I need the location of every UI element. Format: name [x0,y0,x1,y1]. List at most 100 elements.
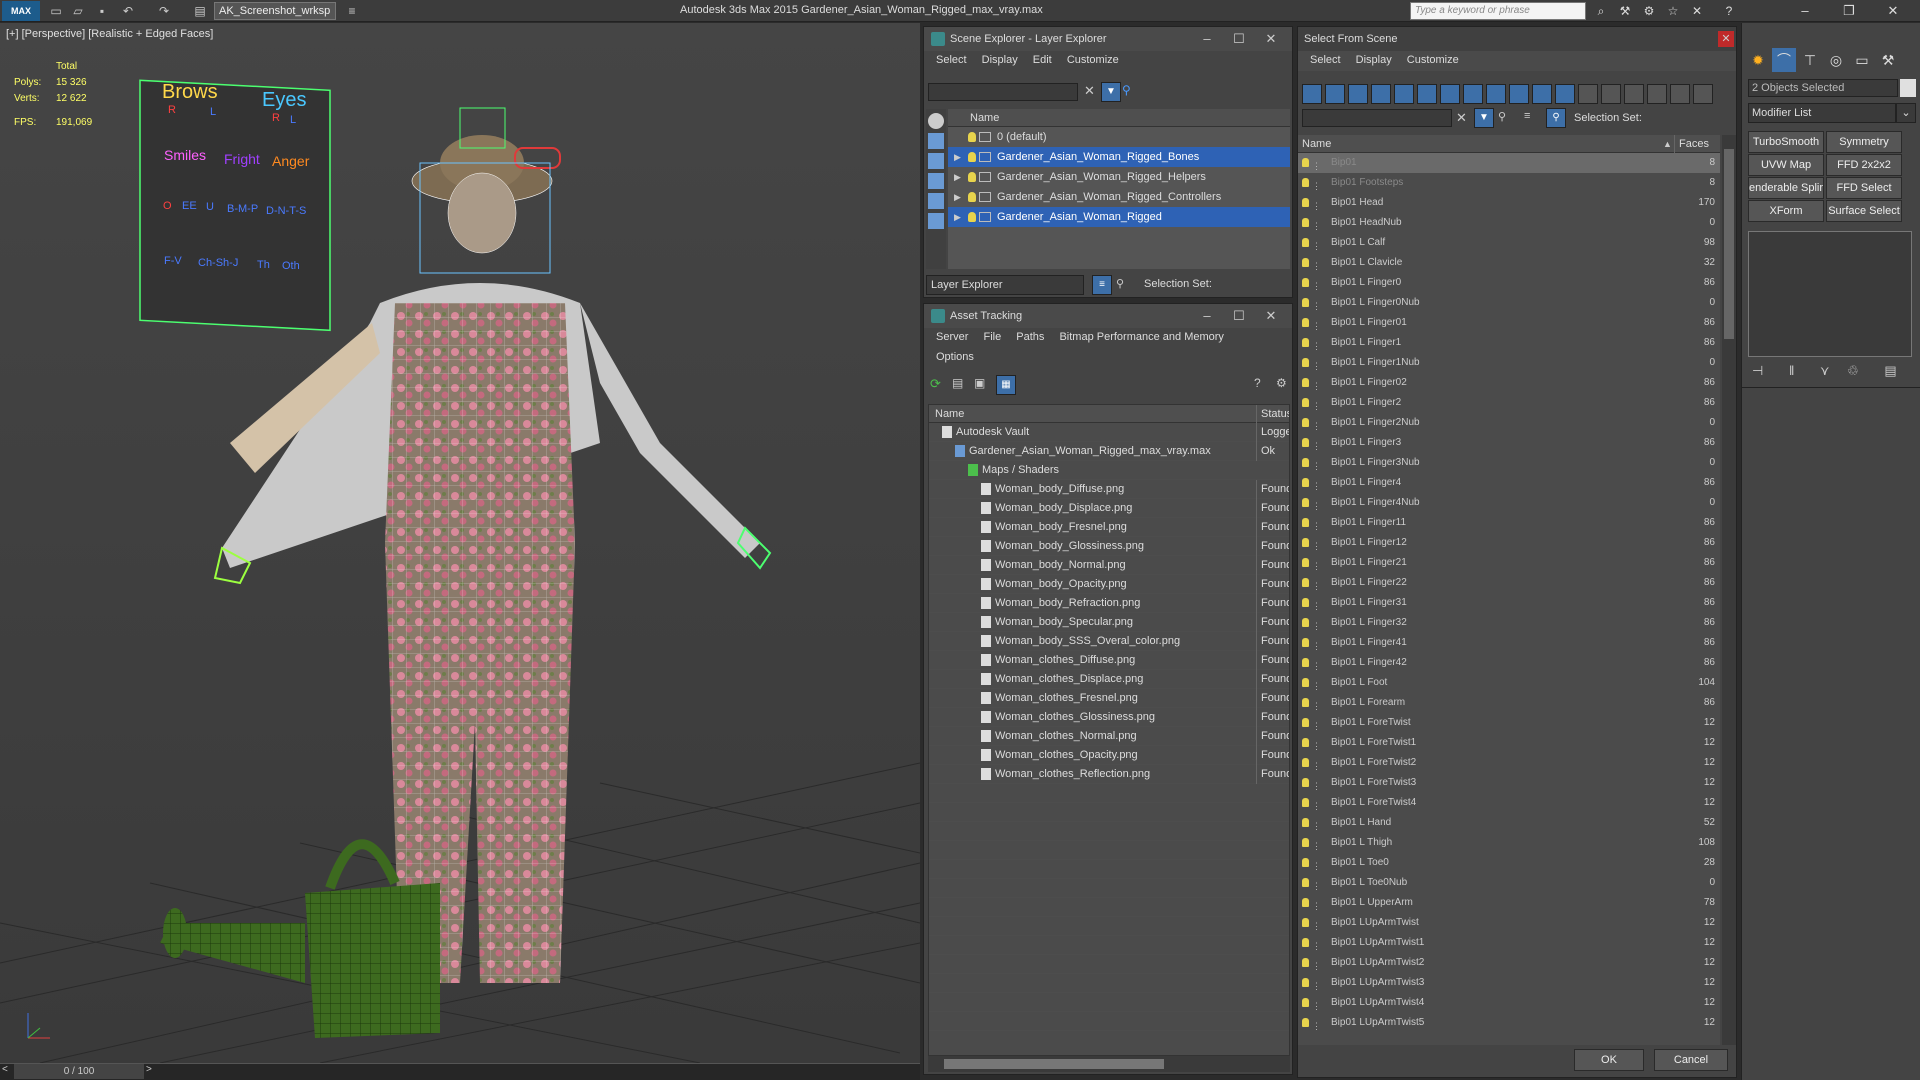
freeze-icon[interactable]: ⋮ [1312,556,1322,571]
save-icon[interactable]: ▪ [94,3,110,19]
asset-row[interactable]: Woman_body_SSS_Overal_color.png Found [929,632,1289,651]
sfs-menu-display[interactable]: Display [1350,51,1398,69]
at-minimize-icon[interactable]: – [1192,304,1222,328]
help-icon[interactable]: ? [1720,3,1738,19]
asset-row[interactable]: Autodesk Vault Logged [929,423,1289,442]
visibility-bulb-icon[interactable] [1302,498,1309,507]
asset-row[interactable]: Gardener_Asian_Woman_Rigged_max_vray.max… [929,442,1289,461]
object-row[interactable]: ⋮ Bip01 L ForeTwist2 12 [1298,753,1720,773]
object-row[interactable]: ⋮ Bip01 L Hand 52 [1298,813,1720,833]
visibility-bulb-icon[interactable] [1302,418,1309,427]
freeze-icon[interactable]: ⋮ [1312,756,1322,771]
freeze-icon[interactable]: ⋮ [1312,656,1322,671]
asset-row[interactable]: Woman_body_Glossiness.png Found [929,537,1289,556]
se-menu-display[interactable]: Display [976,51,1024,69]
freeze-icon[interactable]: ⋮ [1312,416,1322,431]
freeze-icon[interactable]: ⋮ [1312,496,1322,511]
visibility-bulb-icon[interactable] [1302,478,1309,487]
freeze-icon[interactable]: ⋮ [1312,636,1322,651]
object-row[interactable]: ⋮ Bip01 L Finger11 86 [1298,513,1720,533]
object-row[interactable]: ⋮ Bip01 LUpArmTwist1 12 [1298,933,1720,953]
freeze-icon[interactable]: ⋮ [1312,296,1322,311]
freeze-icon[interactable]: ⋮ [1312,436,1322,451]
restore-icon[interactable]: ❐ [1834,1,1864,21]
object-row[interactable]: ⋮ Bip01 L ForeTwist3 12 [1298,773,1720,793]
freeze-icon[interactable]: ⋮ [1312,616,1322,631]
visibility-bulb-icon[interactable] [1302,818,1309,827]
object-row[interactable]: ⋮ Bip01 L Toe0 28 [1298,853,1720,873]
visibility-bulb-icon[interactable] [1302,678,1309,687]
se-filter-spacewarps-icon[interactable] [928,213,944,229]
visibility-bulb-icon[interactable] [1302,858,1309,867]
sfs-options-icon[interactable] [1670,84,1690,104]
utilities-tab-icon[interactable]: ⚒ [1876,48,1900,72]
visibility-bulb-icon[interactable] [1302,198,1309,207]
visibility-bulb-icon[interactable] [1302,338,1309,347]
favorites-star-icon[interactable]: ☆ [1664,3,1682,19]
sfs-search-input[interactable] [1302,109,1452,127]
se-maximize-icon[interactable]: ☐ [1224,27,1254,51]
freeze-icon[interactable]: ⋮ [1312,896,1322,911]
freeze-icon[interactable]: ⋮ [1312,216,1322,231]
viewport-label[interactable]: [+] [Perspective] [Realistic + Edged Fac… [6,28,213,40]
se-filter-geometry-icon[interactable] [928,113,944,129]
se-filter-icon[interactable]: ▼ [1101,82,1121,102]
at-menu-server[interactable]: Server [930,328,974,346]
time-slider[interactable]: 0 / 100 [14,1064,144,1079]
expand-arrow-icon[interactable]: ▶ [954,187,968,207]
visibility-bulb-icon[interactable] [1302,1018,1309,1027]
visibility-bulb-icon[interactable] [1302,558,1309,567]
object-row[interactable]: ⋮ Bip01 LUpArmTwist3 12 [1298,973,1720,993]
modifier-list-dropdown[interactable]: Modifier List [1748,103,1896,123]
sfs-menu-select[interactable]: Select [1304,51,1347,69]
visibility-bulb-icon[interactable] [1302,518,1309,527]
visibility-bulb-icon[interactable] [1302,538,1309,547]
sfs-groups-icon[interactable] [1440,84,1460,104]
sfs-invert-icon[interactable] [1624,84,1644,104]
sfs-find-icon[interactable]: ⚲ [1498,110,1506,123]
object-row[interactable]: ⋮ Bip01 L Finger12 86 [1298,533,1720,553]
freeze-icon[interactable]: ⋮ [1312,476,1322,491]
visibility-bulb-icon[interactable] [1302,578,1309,587]
sfs-v-scrollbar[interactable] [1722,135,1736,1045]
visibility-bulb-icon[interactable] [1302,458,1309,467]
sfs-lights-icon[interactable] [1348,84,1368,104]
object-row[interactable]: ⋮ Bip01 L ForeTwist4 12 [1298,793,1720,813]
visibility-bulb-icon[interactable] [1302,998,1309,1007]
turbosmooth-button[interactable]: TurboSmooth [1748,131,1824,153]
remove-modifier-icon[interactable]: ♲ [1847,363,1859,378]
asset-row[interactable]: Woman_body_Opacity.png Found [929,575,1289,594]
object-row[interactable]: ⋮ Bip01 L Calf 98 [1298,233,1720,253]
object-row[interactable]: ⋮ Bip01 8 [1298,153,1720,173]
visibility-bulb-icon[interactable] [1302,838,1309,847]
object-color-swatch[interactable] [1900,79,1916,97]
se-menu-select[interactable]: Select [930,51,973,69]
object-row[interactable]: ⋮ Bip01 L ForeTwist1 12 [1298,733,1720,753]
object-row[interactable]: ⋮ Bip01 L Finger41 86 [1298,633,1720,653]
freeze-icon[interactable]: ⋮ [1312,736,1322,751]
se-minimize-icon[interactable]: – [1192,27,1222,51]
at-table-icon[interactable]: ▦ [996,375,1016,395]
at-help-icon[interactable]: ? [1254,376,1261,390]
visibility-bulb-icon[interactable] [1302,158,1309,167]
sfs-helpers-icon[interactable] [1394,84,1414,104]
freeze-icon[interactable]: ⋮ [1312,796,1322,811]
layer-visibility-icon[interactable] [968,212,976,223]
freeze-icon[interactable]: ⋮ [1312,856,1322,871]
create-tab-icon[interactable]: ✹ [1746,48,1770,72]
sfs-filter-icon[interactable]: ▼ [1474,108,1494,128]
sfs-xrefs-icon[interactable] [1463,84,1483,104]
sfs-filter-icon[interactable] [1647,84,1667,104]
object-row[interactable]: ⋮ Bip01 L Foot 104 [1298,673,1720,693]
subscription-icon[interactable]: ⚒ [1616,3,1634,19]
asset-row[interactable]: Woman_body_Diffuse.png Found [929,480,1289,499]
sfs-collapse-icon[interactable] [1693,84,1713,104]
sfs-frozen-icon[interactable] [1532,84,1552,104]
asset-row[interactable]: Woman_clothes_Opacity.png Found [929,746,1289,765]
xform-button[interactable]: XForm [1748,200,1824,222]
se-filter-helpers-icon[interactable] [928,193,944,209]
asset-row[interactable]: Woman_clothes_Normal.png Found [929,727,1289,746]
se-clear-search-icon[interactable]: ✕ [1084,83,1095,99]
freeze-icon[interactable]: ⋮ [1312,536,1322,551]
visibility-bulb-icon[interactable] [1302,298,1309,307]
